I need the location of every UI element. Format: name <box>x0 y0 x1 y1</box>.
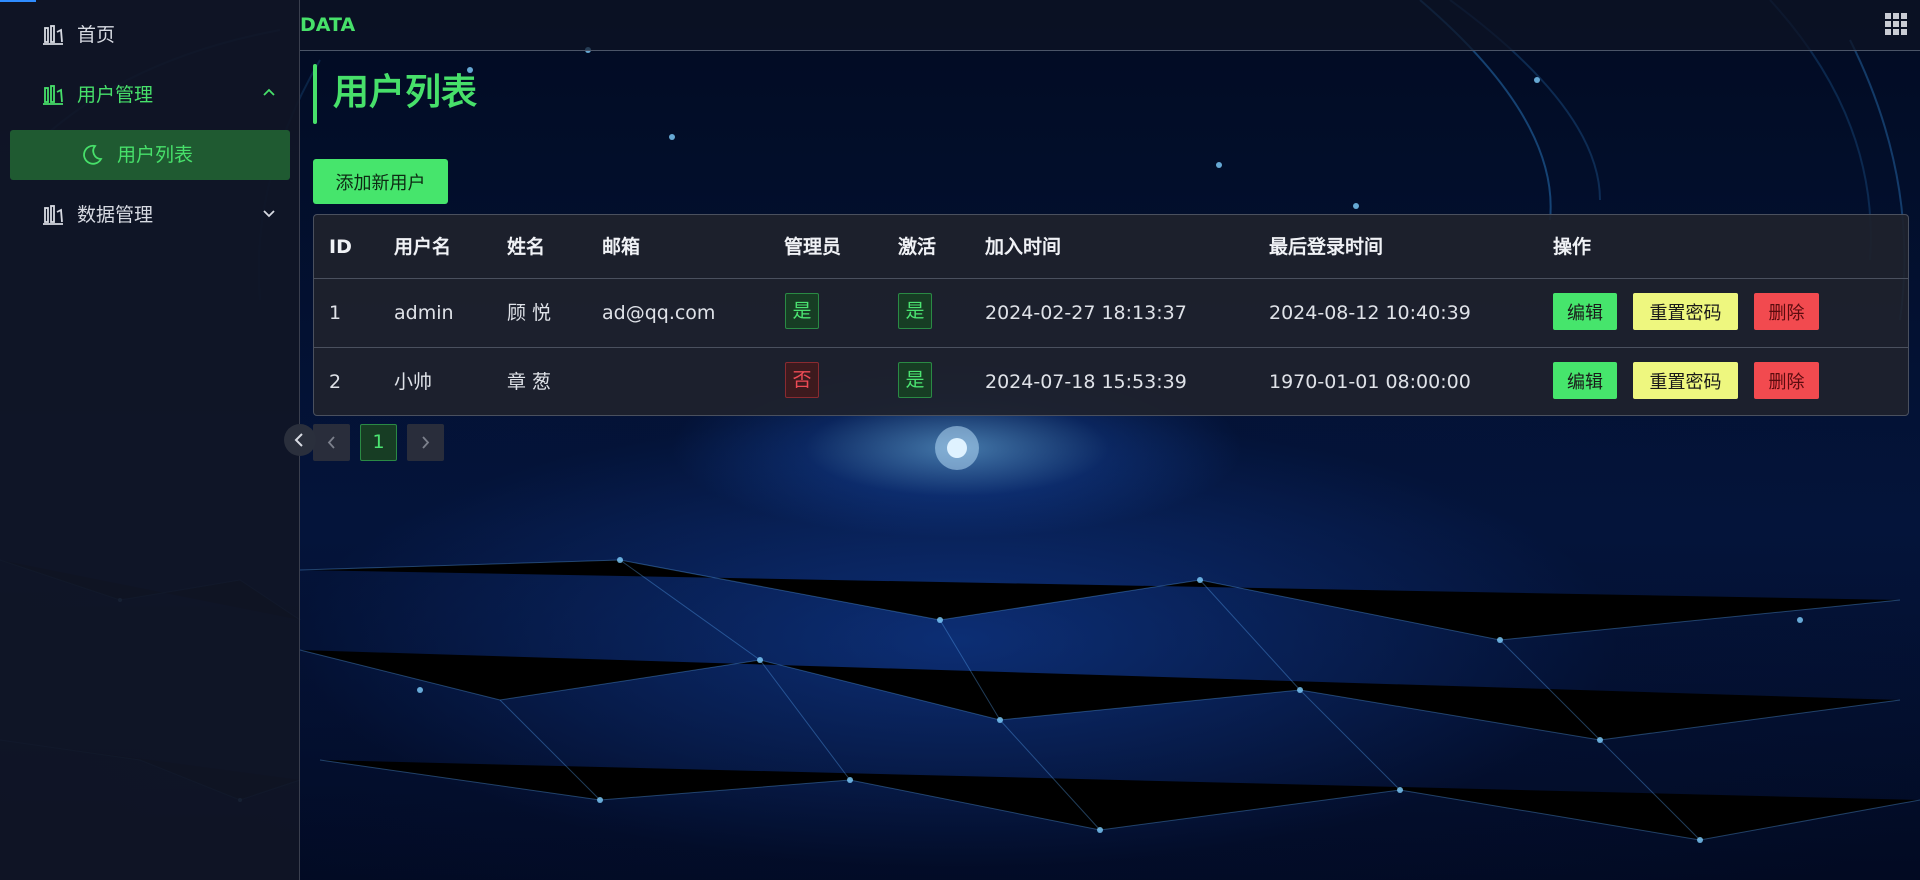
active-badge: 是 <box>898 362 932 398</box>
sidebar-item-user-management[interactable]: 用户管理 <box>10 70 290 120</box>
admin-badge: 是 <box>785 293 819 329</box>
table-header: ID 用户名 姓名 邮箱 管理员 激活 加入时间 最后登录时间 操作 <box>314 215 1908 279</box>
cell-name: 章 葱 <box>507 371 552 393</box>
admin-badge: 否 <box>785 362 819 398</box>
table-row: 2 小帅 章 葱 否 是 2024-07-18 15:53:39 1970-01… <box>314 348 1908 415</box>
apps-grid-icon[interactable] <box>1884 12 1908 36</box>
sidebar-item-label: 数据管理 <box>77 204 154 226</box>
add-user-button[interactable]: 添加新用户 <box>313 159 448 204</box>
column-header-active: 激活 <box>898 236 937 258</box>
pagination-page[interactable]: 1 <box>360 424 397 461</box>
table-row: 1 admin 顾 悦 ad@qq.com 是 是 2024-02-27 18:… <box>314 279 1908 348</box>
chevron-up-icon <box>263 88 275 96</box>
chevron-down-icon <box>263 210 275 218</box>
cell-id: 2 <box>329 371 342 393</box>
sidebar-item-home[interactable]: 首页 <box>10 10 290 60</box>
cell-joined: 2024-07-18 15:53:39 <box>985 371 1187 393</box>
cell-username: 小帅 <box>394 371 433 393</box>
delete-button[interactable]: 删除 <box>1754 362 1819 399</box>
user-table: ID 用户名 姓名 邮箱 管理员 激活 加入时间 最后登录时间 操作 1 adm… <box>313 214 1909 416</box>
cell-last-login: 1970-01-01 08:00:00 <box>1269 371 1471 393</box>
edit-button[interactable]: 编辑 <box>1553 362 1617 399</box>
cell-id: 1 <box>329 302 342 324</box>
top-bar: DATA <box>300 0 1920 51</box>
sidebar: 首页 用户管理 用户列表 数据管理 <box>0 0 300 880</box>
bar-chart-icon <box>43 25 63 45</box>
reset-password-button[interactable]: 重置密码 <box>1633 362 1738 399</box>
brand-logo: DATA <box>300 14 356 36</box>
column-header-last-login: 最后登录时间 <box>1269 236 1384 258</box>
chevron-left-icon <box>327 436 335 449</box>
pagination-next-button[interactable] <box>407 424 444 461</box>
bar-chart-icon <box>43 205 63 225</box>
sidebar-item-user-list[interactable]: 用户列表 <box>10 130 290 180</box>
column-header-name: 姓名 <box>507 236 546 258</box>
sidebar-collapse-button[interactable] <box>284 424 316 456</box>
column-header-id: ID <box>329 236 352 258</box>
sidebar-item-label: 用户列表 <box>117 144 194 166</box>
active-badge: 是 <box>898 293 932 329</box>
cell-username: admin <box>394 302 454 324</box>
edit-button[interactable]: 编辑 <box>1553 293 1617 330</box>
cell-joined: 2024-02-27 18:13:37 <box>985 302 1187 324</box>
column-header-joined: 加入时间 <box>985 236 1062 258</box>
top-accent-line <box>0 0 36 2</box>
column-header-actions: 操作 <box>1553 236 1592 258</box>
sidebar-item-label: 首页 <box>77 24 116 46</box>
bar-chart-icon <box>43 85 63 105</box>
sidebar-item-data-management[interactable]: 数据管理 <box>10 190 290 240</box>
cell-last-login: 2024-08-12 10:40:39 <box>1269 302 1471 324</box>
delete-button[interactable]: 删除 <box>1754 293 1819 330</box>
reset-password-button[interactable]: 重置密码 <box>1633 293 1738 330</box>
column-header-email: 邮箱 <box>602 236 641 258</box>
cell-email: ad@qq.com <box>602 302 716 324</box>
title-accent-bar <box>313 64 317 124</box>
column-header-username: 用户名 <box>394 236 452 258</box>
moon-icon <box>83 144 103 165</box>
page-title: 用户列表 <box>333 72 478 113</box>
pagination-prev-button[interactable] <box>313 424 350 461</box>
sidebar-item-label: 用户管理 <box>77 84 154 106</box>
column-header-admin: 管理员 <box>784 236 842 258</box>
cell-name: 顾 悦 <box>507 302 552 324</box>
chevron-left-icon <box>294 433 303 447</box>
chevron-right-icon <box>422 436 430 449</box>
